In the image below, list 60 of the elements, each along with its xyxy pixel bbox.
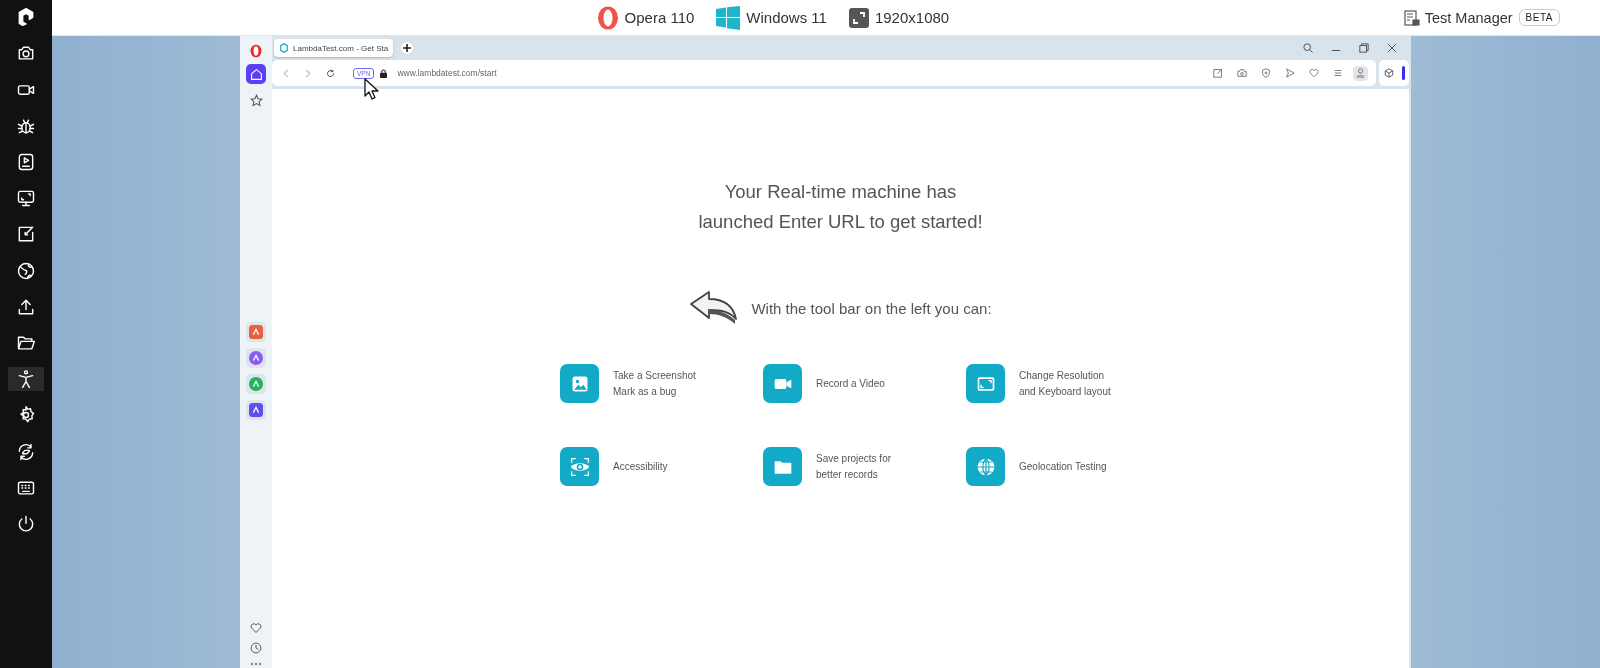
- opera-logo-icon: [250, 44, 262, 58]
- arrow-icon: [689, 290, 740, 327]
- edit-icon[interactable]: [1213, 68, 1223, 78]
- clipboard-icon: [1403, 9, 1420, 26]
- feature-label: Record a Video: [816, 376, 885, 391]
- sync-icon: [16, 441, 36, 462]
- accessibility-feature-icon: [560, 447, 599, 487]
- plus-icon: [403, 44, 412, 52]
- heart-icon[interactable]: [1309, 68, 1319, 78]
- logo-icon: [16, 7, 36, 28]
- lambdatest-logo-icon: [279, 43, 289, 53]
- resolution-icon: [848, 7, 869, 28]
- test-manager-button[interactable]: Test Manager: [1403, 9, 1513, 26]
- resolution-feature-icon: [966, 364, 1005, 404]
- person-icon: [16, 369, 36, 390]
- search-icon[interactable]: [1303, 43, 1313, 53]
- power-icon: [16, 513, 36, 534]
- folder-feature-icon: [763, 447, 802, 487]
- menu-icon[interactable]: [1333, 68, 1343, 78]
- monitor-icon: [16, 188, 36, 209]
- opera-logo-icon: [596, 5, 619, 30]
- clock-icon[interactable]: [250, 642, 262, 654]
- more-icon[interactable]: [250, 662, 262, 666]
- player-icon: [16, 152, 36, 173]
- screen-resolution: 1920x1080: [874, 9, 950, 26]
- send-icon[interactable]: [1285, 68, 1295, 78]
- lock-icon: [380, 68, 388, 78]
- shield-icon[interactable]: [1261, 68, 1271, 78]
- new-tab-button[interactable]: [401, 42, 414, 54]
- camera-icon[interactable]: [1237, 68, 1247, 78]
- folder-icon: [16, 333, 36, 353]
- profile-button[interactable]: [1353, 65, 1368, 81]
- browser-version: Opera 110: [624, 9, 695, 26]
- beta-badge: BETA: [1518, 9, 1560, 26]
- windows-logo-icon: [716, 5, 741, 30]
- person-icon: [1356, 68, 1365, 78]
- globe-icon: [16, 260, 36, 281]
- sidebar-handle[interactable]: [1401, 66, 1405, 80]
- screenshot-feature-icon: [560, 364, 599, 404]
- os-version: Windows 11: [746, 9, 827, 26]
- star-icon: [249, 93, 263, 107]
- globe-feature-icon: [966, 447, 1005, 487]
- restore-icon[interactable]: [1359, 43, 1369, 53]
- heart-icon[interactable]: [250, 622, 262, 634]
- home-icon: [249, 67, 263, 81]
- url-text: www.lambdatest.com/start: [397, 68, 497, 78]
- cube-icon[interactable]: [1383, 68, 1394, 78]
- close-icon[interactable]: [1387, 43, 1397, 53]
- reload-icon[interactable]: [326, 68, 335, 78]
- feature-label: Accessibility: [613, 459, 668, 474]
- browser-tab[interactable]: LambdaTest.com - Get Sta: [274, 39, 394, 57]
- welcome-heading: Your Real-time machine has launched Enter URL to get started!: [698, 180, 983, 234]
- feature-label: Change Resolution and Keyboard layout: [1019, 369, 1111, 399]
- feature-label: Save projects for better records: [816, 452, 892, 482]
- feature-label: Take a Screenshot Mark as a bug: [613, 369, 696, 399]
- home-button[interactable]: [246, 64, 266, 84]
- tool-button[interactable]: [8, 366, 44, 392]
- video-feature-icon: [763, 364, 802, 404]
- toolbar-hint: With the tool bar on the left you can:: [751, 299, 992, 317]
- feature-label: Geolocation Testing: [1019, 459, 1107, 474]
